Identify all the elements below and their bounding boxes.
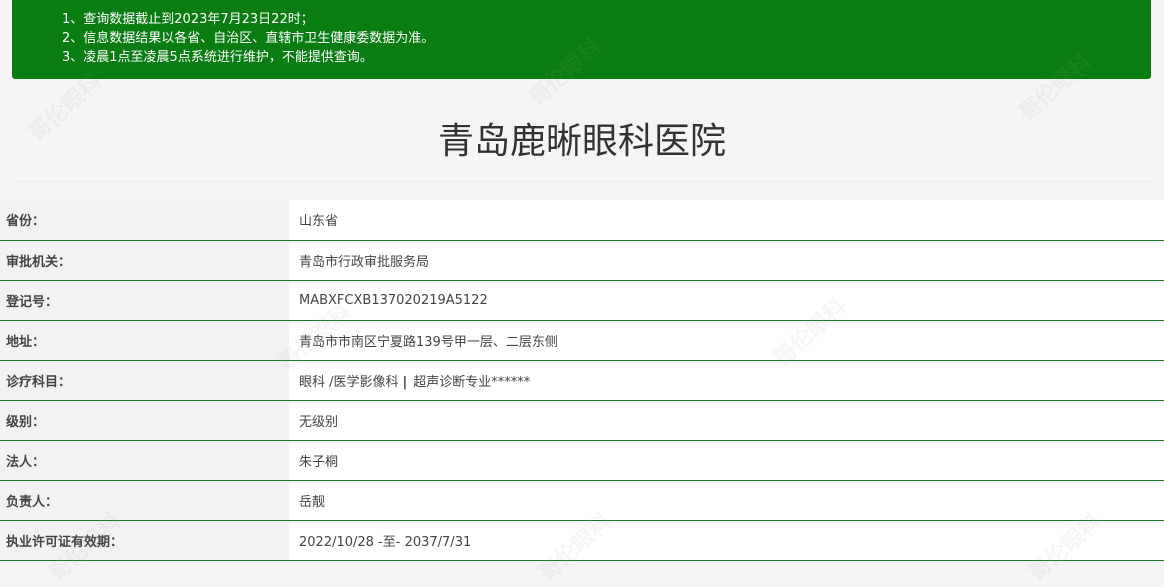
field-label-license-validity: 执业许可证有效期： xyxy=(0,520,289,561)
table-row: 执业许可证有效期： 2022/10/28 -至- 2037/7/31 xyxy=(0,520,1164,561)
table-row: 级别： 无级别 xyxy=(0,400,1164,441)
field-value-departments: 眼科 /医学影像科 | 超声诊断专业****** xyxy=(289,360,1164,401)
table-row: 省份： 山东省 xyxy=(0,200,1164,241)
field-label-registration-number: 登记号： xyxy=(0,280,289,321)
field-label-province: 省份： xyxy=(0,200,289,241)
notice-line: 2、信息数据结果以各省、自治区、直辖市卫生健康委数据为准。 xyxy=(62,31,435,46)
field-value-level: 无级别 xyxy=(289,400,1164,441)
notice-banner: 1、查询数据截止到2023年7月23日22时； 2、信息数据结果以各省、自治区、… xyxy=(12,0,1151,79)
table-row: 负责人： 岳靓 xyxy=(0,480,1164,521)
notice-line: 1、查询数据截止到2023年7月23日22时； xyxy=(62,12,314,27)
field-label-address: 地址： xyxy=(0,320,289,361)
notice-line: 3、凌晨1点至凌晨5点系统进行维护，不能提供查询。 xyxy=(62,50,373,65)
table-row: 法人： 朱子桐 xyxy=(0,440,1164,481)
field-value-approval-authority: 青岛市行政审批服务局 xyxy=(289,240,1164,281)
field-value-person-in-charge: 岳靓 xyxy=(289,480,1164,521)
field-value-license-validity: 2022/10/28 -至- 2037/7/31 xyxy=(289,520,1164,561)
title-divider xyxy=(12,181,1152,182)
field-value-address: 青岛市市南区宁夏路139号甲一层、二层东侧 xyxy=(289,320,1164,361)
page-title: 青岛鹿晰眼科医院 xyxy=(437,121,726,162)
field-value-registration-number: MABXFCXB137020219A5122 xyxy=(289,280,1164,321)
department-item: 眼科 /医学影像科 xyxy=(299,374,399,390)
hospital-info-table: 省份： 山东省 审批机关： 青岛市行政审批服务局 登记号： MABXFCXB13… xyxy=(0,200,1164,561)
table-row: 地址： 青岛市市南区宁夏路139号甲一层、二层东侧 xyxy=(0,320,1164,361)
department-separator: | xyxy=(402,374,408,390)
field-label-departments: 诊疗科目： xyxy=(0,360,289,401)
field-value-province: 山东省 xyxy=(289,200,1164,241)
table-row: 登记号： MABXFCXB137020219A5122 xyxy=(0,280,1164,321)
field-label-person-in-charge: 负责人： xyxy=(0,480,289,521)
table-row: 审批机关： 青岛市行政审批服务局 xyxy=(0,240,1164,281)
field-label-level: 级别： xyxy=(0,400,289,441)
field-label-approval-authority: 审批机关： xyxy=(0,240,289,281)
department-item: 超声诊断专业****** xyxy=(413,374,531,390)
field-label-legal-person: 法人： xyxy=(0,440,289,481)
table-row: 诊疗科目： 眼科 /医学影像科 | 超声诊断专业****** xyxy=(0,360,1164,401)
field-value-legal-person: 朱子桐 xyxy=(289,440,1164,481)
